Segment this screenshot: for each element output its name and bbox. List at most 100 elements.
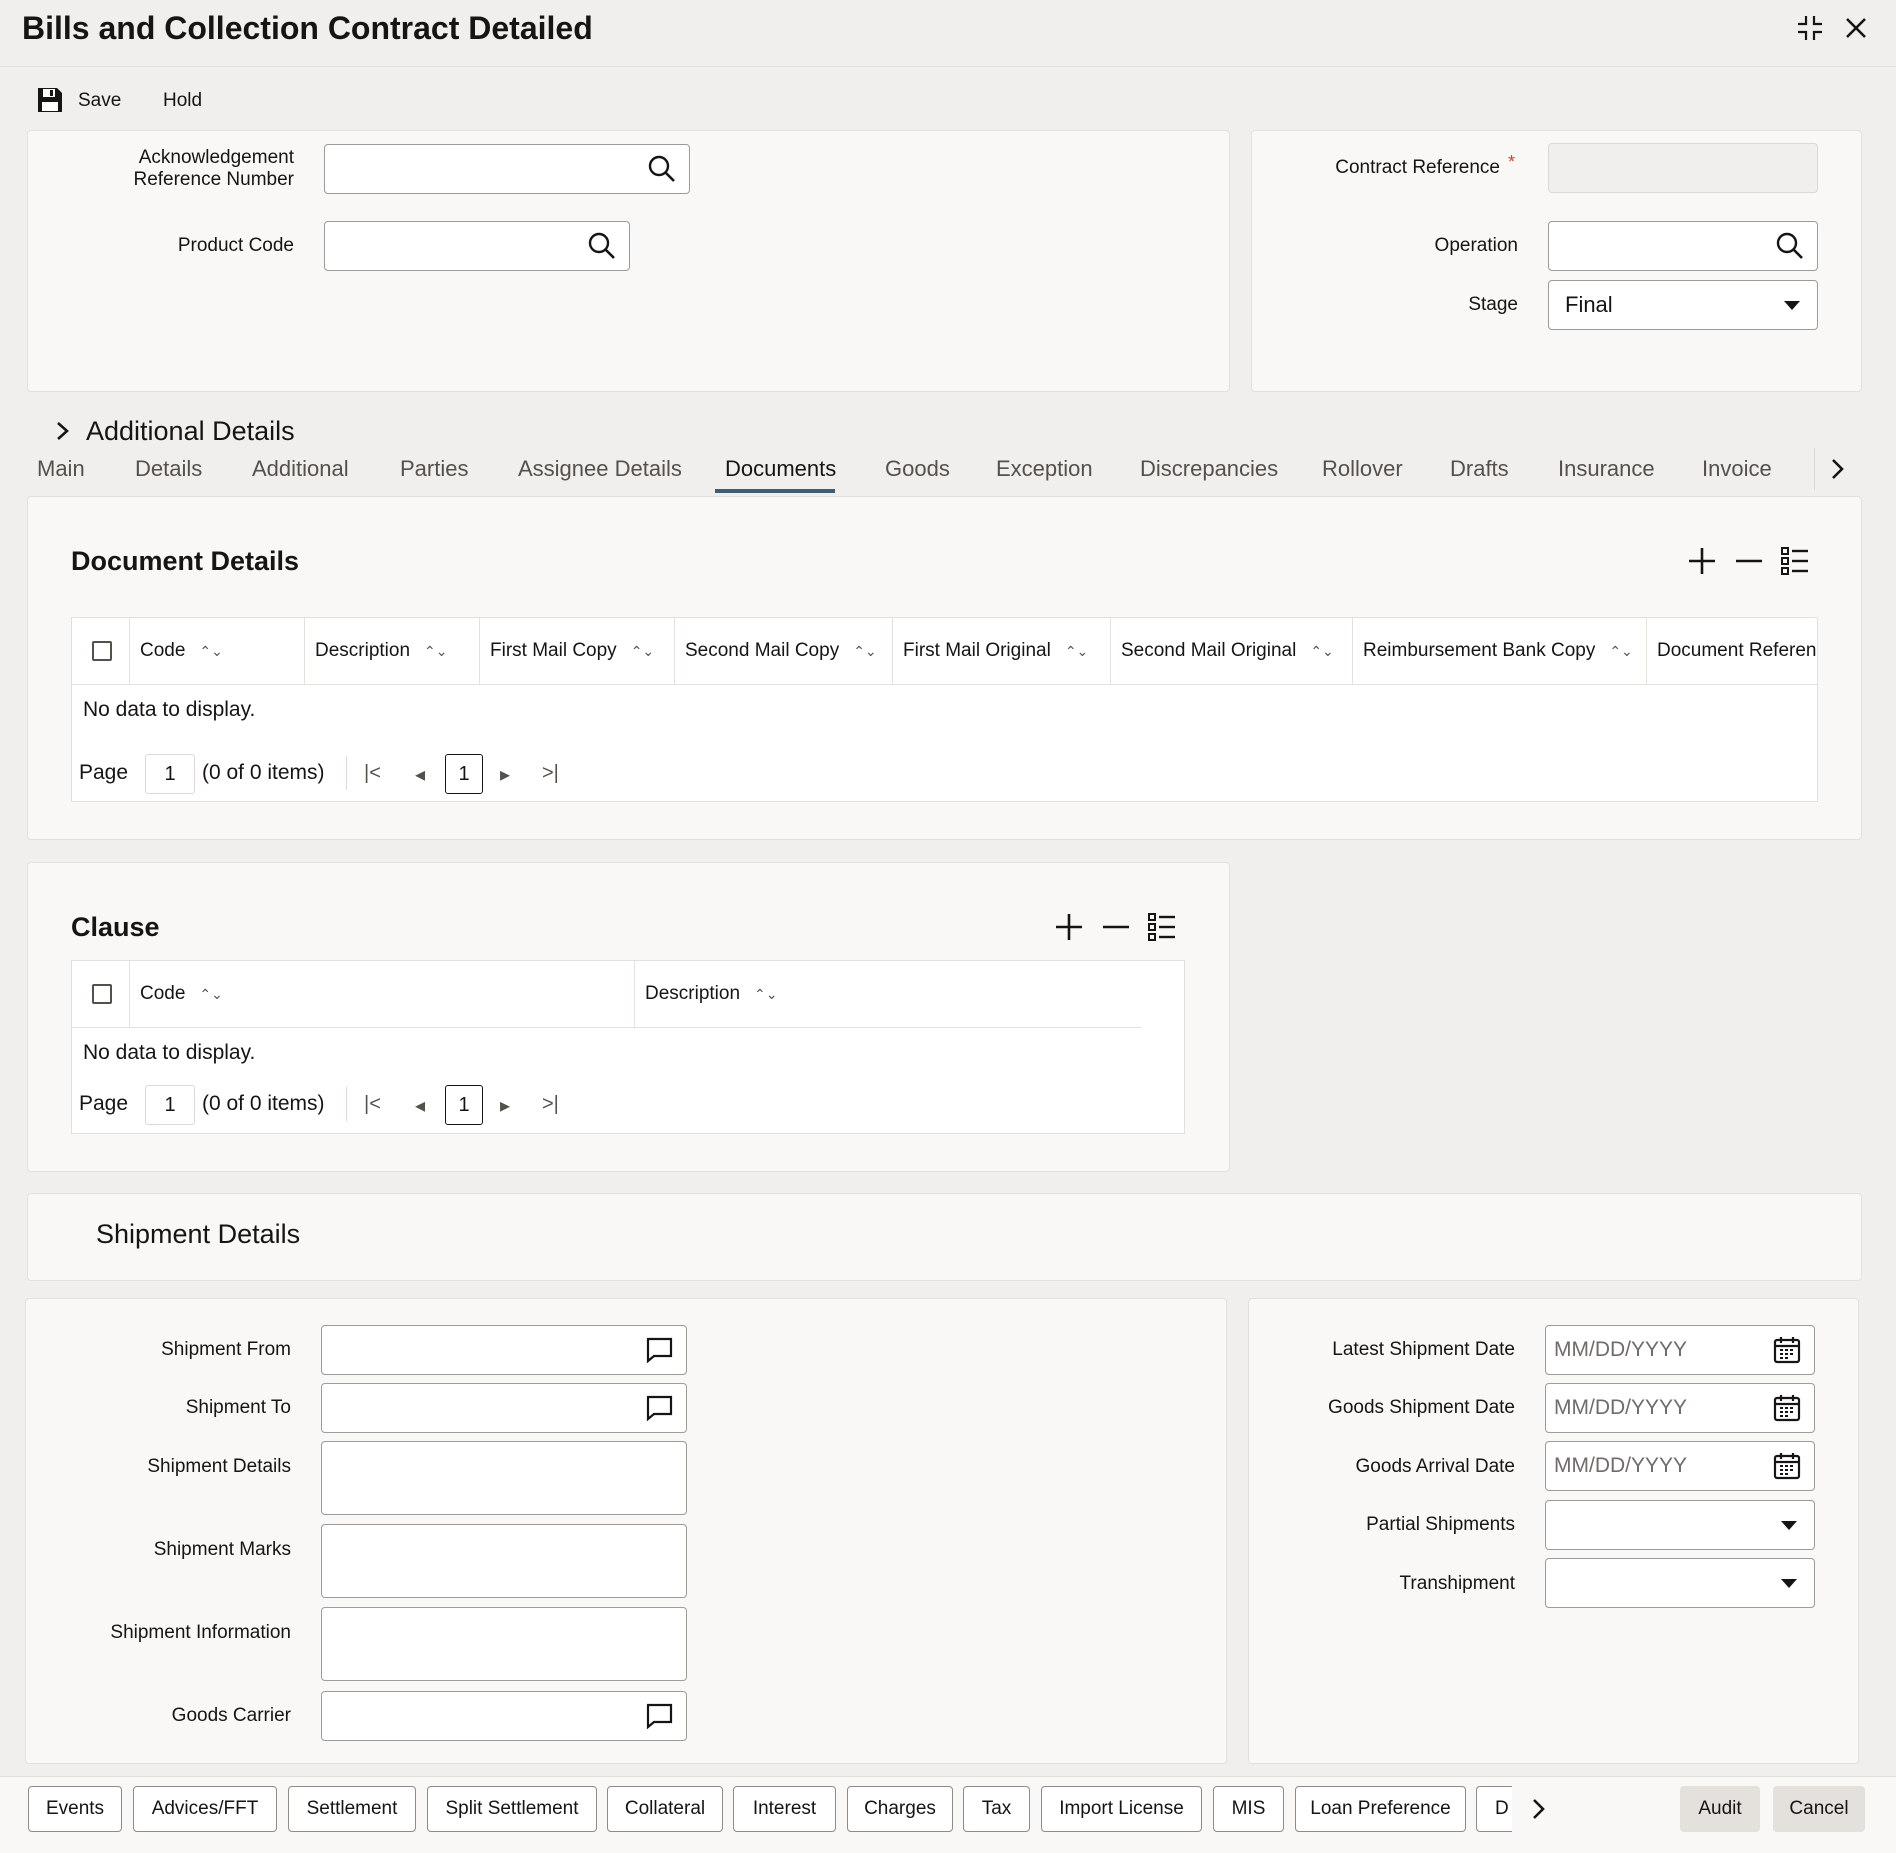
column-header[interactable]: Second Mail Copy ⌃⌄ <box>675 618 893 684</box>
title-bar: Bills and Collection Contract Detailed <box>0 0 1896 62</box>
previous-page-icon[interactable]: ◂ <box>415 1093 425 1118</box>
overflow-button[interactable]: D <box>1476 1786 1512 1832</box>
contract-ref-input[interactable] <box>1548 143 1818 193</box>
column-header-label: Document Referenc <box>1657 640 1817 661</box>
ack-ref-input[interactable] <box>324 144 690 194</box>
tab-parties[interactable]: Parties <box>400 456 468 482</box>
settlement-button[interactable]: Settlement <box>288 1786 416 1832</box>
column-header[interactable]: Reimbursement Bank Copy ⌃⌄ <box>1353 618 1647 684</box>
transhipment-select[interactable] <box>1545 1558 1815 1608</box>
narrative-icon[interactable] <box>644 1701 674 1731</box>
goods-arrival-date-input[interactable]: MM/DD/YYYY <box>1545 1441 1815 1491</box>
latest-shipment-date-label: Latest Shipment Date <box>1332 1339 1515 1360</box>
column-header[interactable]: Description ⌃⌄ <box>635 961 1141 1027</box>
calendar-icon[interactable] <box>1772 1451 1802 1481</box>
advices-fft-button[interactable]: Advices/FFT <box>133 1786 277 1832</box>
operation-label: Operation <box>1434 235 1518 256</box>
shipment-from-input[interactable] <box>321 1325 687 1375</box>
tab-invoice[interactable]: Invoice <box>1702 456 1772 482</box>
close-icon[interactable] <box>1842 14 1870 42</box>
current-page[interactable]: 1 <box>445 754 483 794</box>
column-header-label: Description <box>315 640 411 662</box>
interest-button[interactable]: Interest <box>733 1786 836 1832</box>
delete-row-icon[interactable] <box>1101 912 1131 942</box>
next-page-icon[interactable]: ▸ <box>500 762 510 787</box>
column-header[interactable]: Second Mail Original ⌃⌄ <box>1111 618 1353 684</box>
page-label: Page <box>79 761 129 784</box>
first-page-icon[interactable]: |< <box>364 1093 381 1116</box>
minimize-icon[interactable] <box>1794 12 1826 44</box>
divider <box>0 66 1896 67</box>
previous-page-icon[interactable]: ◂ <box>415 762 425 787</box>
stage-select[interactable]: Final <box>1548 280 1818 330</box>
page-input[interactable]: 1 <box>145 754 195 794</box>
shipment-information-textarea[interactable] <box>321 1607 687 1681</box>
events-button[interactable]: Events <box>28 1786 122 1832</box>
tab-details[interactable]: Details <box>135 456 202 482</box>
tab-documents[interactable]: Documents <box>725 456 836 482</box>
tab-drafts[interactable]: Drafts <box>1450 456 1509 482</box>
tab-assignee-details[interactable]: Assignee Details <box>518 456 682 482</box>
tab-insurance[interactable]: Insurance <box>1558 456 1655 482</box>
column-header[interactable]: Code ⌃⌄ <box>130 618 305 684</box>
operation-input[interactable] <box>1548 221 1818 271</box>
delete-row-icon[interactable] <box>1734 546 1764 576</box>
partial-shipments-select[interactable] <box>1545 1500 1815 1550</box>
tax-button[interactable]: Tax <box>963 1786 1030 1832</box>
collateral-button[interactable]: Collateral <box>607 1786 723 1832</box>
shipment-to-input[interactable] <box>321 1383 687 1433</box>
single-record-view-icon[interactable] <box>1780 546 1810 576</box>
tab-goods[interactable]: Goods <box>885 456 950 482</box>
latest-shipment-date-input[interactable]: MM/DD/YYYY <box>1545 1325 1815 1375</box>
narrative-icon[interactable] <box>644 1335 674 1365</box>
select-all-checkbox[interactable] <box>92 641 112 661</box>
calendar-icon[interactable] <box>1772 1335 1802 1365</box>
sort-icon: ⌃⌄ <box>424 643 448 659</box>
tab-main[interactable]: Main <box>37 456 85 482</box>
split-settlement-button[interactable]: Split Settlement <box>427 1786 597 1832</box>
calendar-icon[interactable] <box>1772 1393 1802 1423</box>
column-header[interactable]: Document Referenc <box>1647 618 1817 684</box>
loan-preference-button[interactable]: Loan Preference <box>1295 1786 1466 1832</box>
narrative-icon[interactable] <box>644 1393 674 1423</box>
add-row-icon[interactable] <box>1054 912 1084 942</box>
tabs-scroll-right-icon[interactable] <box>1828 456 1846 482</box>
document-details-table: Code ⌃⌄ Description ⌃⌄ First Mail Copy ⌃⌄ S… <box>71 617 1818 802</box>
import-license-button[interactable]: Import License <box>1041 1786 1202 1832</box>
footer-scroll-right-icon[interactable] <box>1529 1796 1547 1822</box>
hold-button[interactable]: Hold <box>163 90 202 112</box>
mis-button[interactable]: MIS <box>1213 1786 1284 1832</box>
divider <box>346 1087 347 1121</box>
tab-additional[interactable]: Additional <box>252 456 349 482</box>
tab-discrepancies[interactable]: Discrepancies <box>1140 456 1278 482</box>
goods-shipment-date-input[interactable]: MM/DD/YYYY <box>1545 1383 1815 1433</box>
audit-button[interactable]: Audit <box>1680 1786 1760 1832</box>
search-icon[interactable] <box>587 231 617 261</box>
next-page-icon[interactable]: ▸ <box>500 1093 510 1118</box>
goods-carrier-input[interactable] <box>321 1691 687 1741</box>
contract-ref-label: Contract Reference <box>1335 157 1500 178</box>
search-icon[interactable] <box>1775 231 1805 261</box>
tab-rollover[interactable]: Rollover <box>1322 456 1403 482</box>
last-page-icon[interactable]: >| <box>542 1093 559 1116</box>
last-page-icon[interactable]: >| <box>542 762 559 785</box>
shipment-marks-textarea[interactable] <box>321 1524 687 1598</box>
shipment-details-textarea[interactable] <box>321 1441 687 1515</box>
dropdown-arrow-icon <box>1781 1579 1797 1588</box>
column-header[interactable]: First Mail Original ⌃⌄ <box>893 618 1111 684</box>
page-input[interactable]: 1 <box>145 1085 195 1125</box>
add-row-icon[interactable] <box>1687 546 1717 576</box>
column-header-label: Description <box>645 983 741 1005</box>
cancel-button[interactable]: Cancel <box>1773 1786 1865 1832</box>
column-header[interactable]: Code ⌃⌄ <box>130 961 635 1027</box>
column-header[interactable]: First Mail Copy ⌃⌄ <box>480 618 675 684</box>
charges-button[interactable]: Charges <box>847 1786 953 1832</box>
tab-exception[interactable]: Exception <box>996 456 1093 482</box>
product-code-input[interactable] <box>324 221 630 271</box>
column-header[interactable]: Description ⌃⌄ <box>305 618 480 684</box>
first-page-icon[interactable]: |< <box>364 762 381 785</box>
current-page[interactable]: 1 <box>445 1085 483 1125</box>
select-all-checkbox[interactable] <box>92 984 112 1004</box>
single-record-view-icon[interactable] <box>1147 912 1177 942</box>
search-icon[interactable] <box>647 154 677 184</box>
